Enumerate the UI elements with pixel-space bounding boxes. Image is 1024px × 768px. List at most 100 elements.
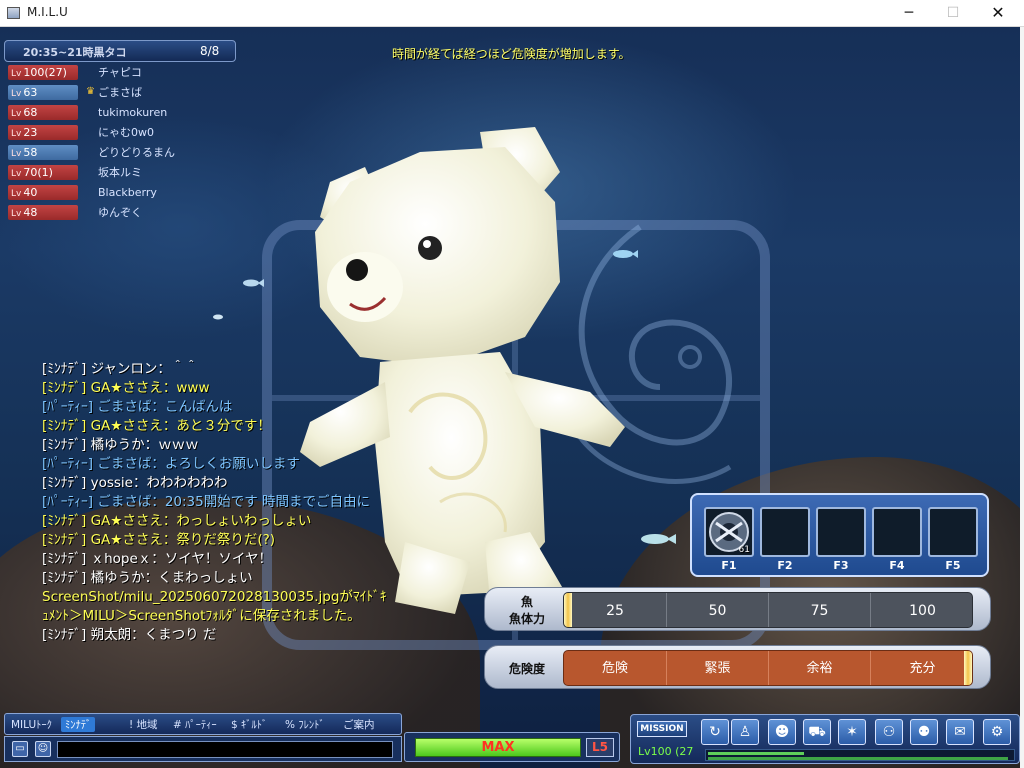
chat-line: [ﾐﾝﾅﾃﾞ] yossie：わわわわわわ bbox=[42, 475, 228, 491]
member-level-badge: Lv 100(27) bbox=[8, 65, 78, 80]
chat-line: [ﾐﾝﾅﾃﾞ] 朔太朗：くまつり だ bbox=[42, 627, 217, 643]
avatar-icon[interactable]: ☻ bbox=[768, 719, 796, 745]
chat-tab-bar: MILUﾄｰｸ ﾐﾝﾅﾃﾞ ! 地域 # ﾊﾟｰﾃｨｰ $ ｷﾞﾙﾄﾞ % ﾌﾚ… bbox=[4, 713, 402, 735]
party-member[interactable]: Lv 63 ♛ ごまさば bbox=[8, 84, 228, 102]
party-title: 20:35~21時黒タコ bbox=[23, 46, 127, 59]
member-level: 23 bbox=[23, 126, 38, 139]
tab-guild[interactable]: $ ｷﾞﾙﾄﾞ bbox=[231, 717, 267, 732]
minimize-button[interactable]: ─ bbox=[886, 0, 932, 26]
party-member[interactable]: Lv 58 どりどりるまん bbox=[8, 144, 228, 162]
party-add-icon[interactable]: ⚇ bbox=[875, 719, 903, 745]
member-level-badge: Lv 70(1) bbox=[8, 165, 78, 180]
main-menu-bar: MISSION ↻ ♙ ☻ ⛟ ✶ ⚇ ⚉ ✉ ⚙ Lv100 (27 bbox=[630, 714, 1020, 764]
level-prefix: Lv bbox=[11, 129, 22, 139]
member-level: 40 bbox=[23, 186, 38, 199]
member-name: ごまさば bbox=[98, 86, 142, 99]
skill-slot-f1[interactable]: 61 bbox=[704, 507, 754, 557]
level-prefix: Lv bbox=[11, 189, 22, 199]
skill-slot-f3[interactable] bbox=[816, 507, 866, 557]
skill-slot-f5[interactable] bbox=[928, 507, 978, 557]
skill-slot-f2[interactable] bbox=[760, 507, 810, 557]
member-name: 坂本ルミ bbox=[98, 166, 142, 179]
party-member[interactable]: Lv 68 tukimokuren bbox=[8, 104, 228, 122]
maximize-button[interactable]: ☐ bbox=[930, 0, 976, 26]
chat-line: [ﾐﾝﾅﾃﾞ] GA★ささえ：祭りだ祭りだ(?) bbox=[42, 532, 276, 548]
member-name: Blackberry bbox=[98, 186, 157, 199]
chat-line: [ﾐﾝﾅﾃﾞ] GA★ささえ：www bbox=[42, 380, 210, 396]
window-titlebar: M.I.L.U ─ ☐ ✕ bbox=[0, 0, 1024, 27]
chat-input[interactable] bbox=[57, 741, 393, 758]
danger-gauge-tick: 余裕 bbox=[768, 651, 870, 685]
emoticon-icon[interactable]: ☺ bbox=[35, 741, 51, 757]
community-icon[interactable]: ⚉ bbox=[910, 719, 938, 745]
settings-gear-icon[interactable]: ⚙ bbox=[983, 719, 1011, 745]
fish-gauge-marker bbox=[564, 593, 572, 627]
level-prefix: Lv bbox=[11, 89, 22, 99]
tab-milu-talk[interactable]: MILUﾄｰｸ bbox=[11, 717, 52, 732]
member-level-badge: Lv 40 bbox=[8, 185, 78, 200]
slot-key-label: F1 bbox=[721, 559, 737, 572]
chat-bubble-icon[interactable]: ✉ bbox=[946, 719, 974, 745]
party-member[interactable]: Lv 48 ゆんぞく bbox=[8, 204, 228, 222]
tab-friend[interactable]: % ﾌﾚﾝﾄﾞ bbox=[285, 717, 325, 732]
small-fish bbox=[213, 314, 223, 320]
event-notice: 時間が経てば経つほど危険度が増加します。 bbox=[392, 47, 631, 61]
mission-button[interactable]: MISSION bbox=[637, 721, 687, 737]
member-name: tukimokuren bbox=[98, 106, 168, 119]
fish-gauge-sublabel: 魚体力 bbox=[508, 612, 545, 626]
chat-line: [ﾊﾟｰﾃｨｰ] ごまさば：こんばんは bbox=[42, 399, 233, 415]
member-name: チャピコ bbox=[98, 66, 142, 79]
level-prefix: Lv bbox=[11, 169, 22, 179]
danger-gauge-track: 危険 緊張 余裕 充分 bbox=[563, 650, 973, 686]
return-icon[interactable]: ↻ bbox=[701, 719, 729, 745]
fish-gauge-label: 魚 bbox=[520, 595, 533, 609]
level-tag[interactable]: L5 bbox=[586, 738, 614, 757]
skill-slot-count: 61 bbox=[738, 545, 750, 555]
tab-minnade[interactable]: ﾐﾝﾅﾃﾞ bbox=[61, 717, 96, 732]
member-level-badge: Lv 68 bbox=[8, 105, 78, 120]
member-level-badge: Lv 58 bbox=[8, 145, 78, 160]
fish-gauge-tick: 50 bbox=[666, 593, 768, 627]
window-title: M.I.L.U bbox=[27, 5, 68, 19]
vehicle-icon[interactable]: ⛟ bbox=[803, 719, 831, 745]
slot-key-label: F3 bbox=[833, 559, 849, 572]
member-name: にゃむ0w0 bbox=[98, 126, 154, 139]
tab-guide[interactable]: ご案内 bbox=[343, 717, 375, 732]
member-name: どりどりるまん bbox=[98, 146, 175, 159]
max-gauge: MAX bbox=[415, 738, 581, 757]
party-count: 8/8 bbox=[200, 44, 220, 58]
party-member[interactable]: Lv 70(1) 坂本ルミ bbox=[8, 164, 228, 182]
member-level-badge: Lv 63 bbox=[8, 85, 78, 100]
tab-party[interactable]: # ﾊﾟｰﾃｨｰ bbox=[173, 717, 217, 732]
level-prefix: Lv bbox=[11, 109, 22, 119]
max-gauge-panel: MAX L5 bbox=[404, 732, 620, 762]
exp-fill bbox=[708, 752, 804, 755]
chat-line: [ﾐﾝﾅﾃﾞ] 橘ゆうか：ｗｗｗ bbox=[42, 437, 199, 453]
exp-fill-secondary bbox=[708, 757, 1008, 760]
member-level: 68 bbox=[23, 106, 38, 119]
chat-window-toggle-icon[interactable]: ▭ bbox=[12, 741, 28, 757]
chat-log[interactable]: [ﾐﾝﾅﾃﾞ] ジャンロン：＾＾ [ﾐﾝﾅﾃﾞ] GA★ささえ：www [ﾊﾟｰﾃｨ… bbox=[42, 360, 387, 690]
danger-gauge-marker bbox=[964, 651, 972, 685]
chat-line: [ﾊﾟｰﾃｨｰ] ごまさば：20:35開始です 時間までご自由に bbox=[42, 494, 371, 510]
tab-region[interactable]: ! 地域 bbox=[129, 717, 158, 732]
close-button[interactable]: ✕ bbox=[975, 0, 1021, 26]
small-fish bbox=[243, 279, 264, 287]
level-prefix: Lv bbox=[11, 69, 22, 79]
character-icon[interactable]: ♙ bbox=[731, 719, 759, 745]
chat-input-bar: ▭ ☺ bbox=[4, 736, 402, 762]
skill-slot-f4[interactable] bbox=[872, 507, 922, 557]
chat-line: ScreenShot/milu_202506072028130035.jpgがﾏ… bbox=[42, 589, 387, 624]
level-prefix: Lv bbox=[11, 209, 22, 219]
app-icon bbox=[7, 7, 20, 19]
party-header[interactable]: 20:35~21時黒タコ 8/8 bbox=[4, 40, 236, 62]
party-member[interactable]: Lv 40 Blackberry bbox=[8, 184, 228, 202]
fish-gauge-tick: 75 bbox=[768, 593, 870, 627]
fish-gauge-track: 25 50 75 100 bbox=[563, 592, 973, 628]
danger-gauge-tick: 緊張 bbox=[666, 651, 768, 685]
skill-burst-icon[interactable]: ✶ bbox=[838, 719, 866, 745]
chat-line: [ﾐﾝﾅﾃﾞ] ジャンロン：＾＾ bbox=[42, 361, 198, 377]
party-member[interactable]: Lv 100(27) チャピコ bbox=[8, 64, 228, 82]
chat-line: [ﾐﾝﾅﾃﾞ] ｘhopeｘ：ソイヤ！ソイヤ！ bbox=[42, 551, 272, 567]
party-member[interactable]: Lv 23 にゃむ0w0 bbox=[8, 124, 228, 142]
